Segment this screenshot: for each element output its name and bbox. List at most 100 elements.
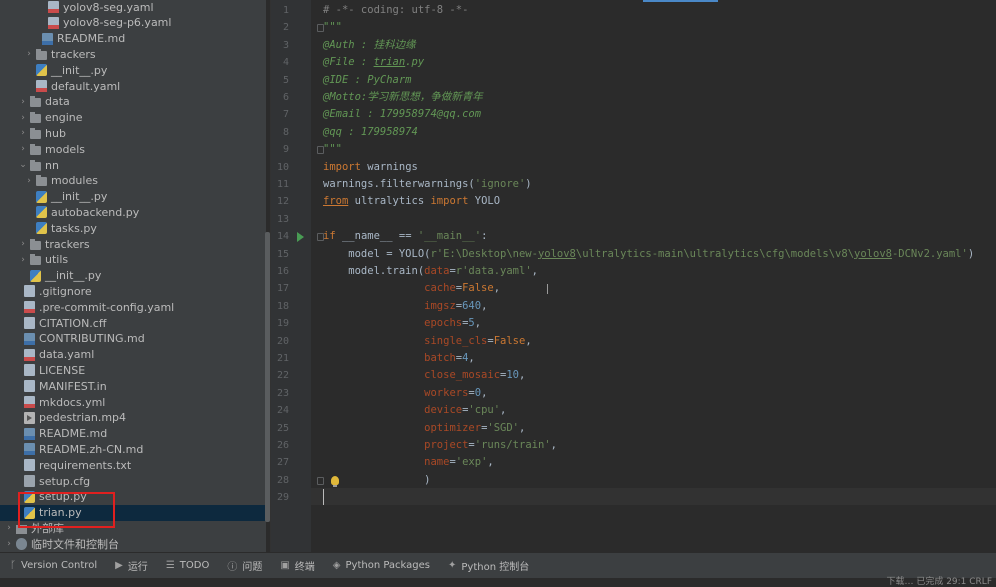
code-line[interactable]: # -*- coding: utf-8 -*- — [323, 2, 468, 19]
tree-item[interactable]: yolov8-seg.yaml — [0, 0, 266, 15]
lightbulb-icon[interactable] — [331, 476, 339, 487]
expand-arrow-icon[interactable]: › — [18, 255, 28, 265]
tree-item[interactable]: __init__.py — [0, 62, 266, 78]
tree-item[interactable]: › modules — [0, 173, 266, 189]
fold-marker-icon[interactable] — [317, 476, 324, 485]
code-line[interactable]: imgsz=640, — [323, 298, 487, 315]
tree-item[interactable]: › trackers — [0, 46, 266, 62]
tree-item[interactable]: README.md — [0, 31, 266, 47]
tree-item[interactable]: yolov8-seg-p6.yaml — [0, 15, 266, 31]
tree-item[interactable]: README.zh-CN.md — [0, 441, 266, 457]
tree-item[interactable]: setup.cfg — [0, 473, 266, 489]
tree-item[interactable]: data.yaml — [0, 347, 266, 363]
code-token: import — [323, 160, 361, 173]
line-number: 26 — [276, 440, 289, 451]
code-line[interactable]: if __name__ == '__main__': — [323, 228, 487, 245]
code-token: warnings — [360, 160, 418, 173]
toolbar-button-packages[interactable]: ◈ Python Packages — [333, 560, 430, 571]
branch-icon: ᚴ — [10, 560, 16, 571]
code-line[interactable]: """ — [323, 19, 342, 36]
code-line[interactable]: cache=False, — [323, 280, 500, 297]
tree-item-label: __init__.py — [51, 190, 108, 204]
tree-item[interactable]: › data — [0, 94, 266, 110]
fold-marker-icon[interactable] — [317, 146, 324, 155]
tree-item[interactable]: __init__.py — [0, 268, 266, 284]
tree-item[interactable]: requirements.txt — [0, 457, 266, 473]
code-token: 'cpu' — [468, 404, 501, 417]
expand-arrow-icon[interactable]: › — [24, 49, 34, 59]
toolbar-button-terminal[interactable]: ▣ 终端 — [280, 558, 314, 573]
code-line[interactable]: warnings.filterwarnings('ignore') — [323, 176, 532, 193]
code-editor[interactable]: 1 2 3 4 5 6 7 8 9 10 11 12 13 14 15 16 17 18 19 20 21 22 23 24 2… — [271, 0, 996, 552]
tree-item[interactable]: › utils — [0, 252, 266, 268]
code-line[interactable]: model.train(data=r'data.yaml', — [323, 263, 538, 280]
expand-arrow-icon[interactable]: › — [18, 97, 28, 107]
tree-item[interactable]: MANIFEST.in — [0, 378, 266, 394]
expand-arrow-icon[interactable]: › — [4, 523, 14, 533]
tree-item[interactable]: pedestrian.mp4 — [0, 410, 266, 426]
code-line[interactable]: model = YOLO(r'E:\Desktop\new-yolov8\ult… — [323, 246, 974, 263]
code-line[interactable]: workers=0, — [323, 385, 487, 402]
tree-item[interactable]: autobackend.py — [0, 204, 266, 220]
code-area[interactable]: # -*- coding: utf-8 -*- """ @Auth : 挂科边缘 @F… — [323, 0, 993, 552]
tree-item[interactable]: README.md — [0, 426, 266, 442]
tree-item[interactable]: › hub — [0, 125, 266, 141]
toolbar-button-run[interactable]: ▶ 运行 — [115, 558, 148, 573]
code-line[interactable]: @IDE : PyCharm — [323, 72, 412, 89]
code-line[interactable]: optimizer='SGD', — [323, 420, 525, 437]
tree-item[interactable]: › 临时文件和控制台 — [0, 536, 266, 552]
code-line[interactable]: @Auth : 挂科边缘 — [323, 37, 416, 54]
fold-marker-icon[interactable] — [317, 24, 324, 33]
toolbar-label: TODO — [179, 560, 210, 571]
line-number: 4 — [282, 57, 289, 69]
code-line[interactable]: @File : trian.py — [323, 54, 424, 71]
tree-item[interactable]: CONTRIBUTING.md — [0, 331, 266, 347]
tree-item[interactable]: .pre-commit-config.yaml — [0, 299, 266, 315]
tree-item[interactable]: .gitignore — [0, 283, 266, 299]
tree-item[interactable]: CITATION.cff — [0, 315, 266, 331]
tree-item[interactable]: default.yaml — [0, 78, 266, 94]
yaml-file-icon — [24, 301, 35, 314]
code-line[interactable]: name='exp', — [323, 454, 494, 471]
code-line[interactable]: """ — [323, 141, 342, 158]
tree-item[interactable]: tasks.py — [0, 220, 266, 236]
expand-arrow-icon[interactable]: › — [18, 144, 28, 154]
tree-item[interactable]: › trackers — [0, 236, 266, 252]
toolbar-button-branch[interactable]: ᚴ Version Control — [10, 560, 97, 571]
tree-item[interactable]: ⌄ nn — [0, 157, 266, 173]
tree-item[interactable]: mkdocs.yml — [0, 394, 266, 410]
toolbar-button-problems[interactable]: ⓘ 问题 — [227, 558, 262, 573]
code-line[interactable]: batch=4, — [323, 350, 475, 367]
expand-arrow-icon[interactable]: › — [4, 539, 14, 549]
expand-arrow-icon[interactable]: › — [18, 113, 28, 123]
line-number: 1 — [282, 5, 289, 16]
tree-item-label: yolov8-seg.yaml — [63, 0, 154, 14]
code-line[interactable]: device='cpu', — [323, 402, 506, 419]
code-line[interactable]: project='runs/train', — [323, 437, 557, 454]
run-gutter-icon[interactable] — [297, 232, 304, 242]
expand-arrow-icon[interactable]: ⌄ — [18, 160, 28, 170]
code-line[interactable]: from ultralytics import YOLO — [323, 193, 500, 210]
line-number: 27 — [276, 457, 289, 469]
expand-arrow-icon[interactable]: › — [18, 239, 28, 249]
code-line[interactable]: @qq : 179958974 — [323, 124, 418, 141]
code-line[interactable]: single_cls=False, — [323, 333, 531, 350]
expand-arrow-icon[interactable]: › — [24, 176, 34, 186]
expand-arrow-icon[interactable]: › — [18, 128, 28, 138]
tree-item[interactable]: › models — [0, 141, 266, 157]
code-line[interactable]: @Motto:学习新思想，争做新青年 — [323, 89, 483, 106]
code-token: @Email : 179958974@qq.com — [323, 108, 482, 121]
code-line[interactable]: close_mosaic=10, — [323, 367, 525, 384]
line-number: 23 — [276, 387, 289, 399]
project-tree-panel: yolov8-seg.yaml yolov8-seg-p6.yaml README.… — [0, 0, 266, 552]
tree-item[interactable]: LICENSE — [0, 362, 266, 378]
tree-item[interactable]: › engine — [0, 110, 266, 126]
code-line[interactable]: @Email : 179958974@qq.com — [323, 106, 481, 123]
code-line[interactable]: ) — [323, 472, 430, 489]
code-line[interactable]: import warnings — [323, 159, 418, 176]
fold-marker-icon[interactable] — [317, 233, 324, 242]
toolbar-button-list[interactable]: ☰ TODO — [166, 560, 210, 571]
tree-item[interactable]: __init__.py — [0, 189, 266, 205]
toolbar-button-python-console[interactable]: ✦ Python 控制台 — [448, 558, 529, 573]
code-line[interactable]: epochs=5, — [323, 315, 481, 332]
